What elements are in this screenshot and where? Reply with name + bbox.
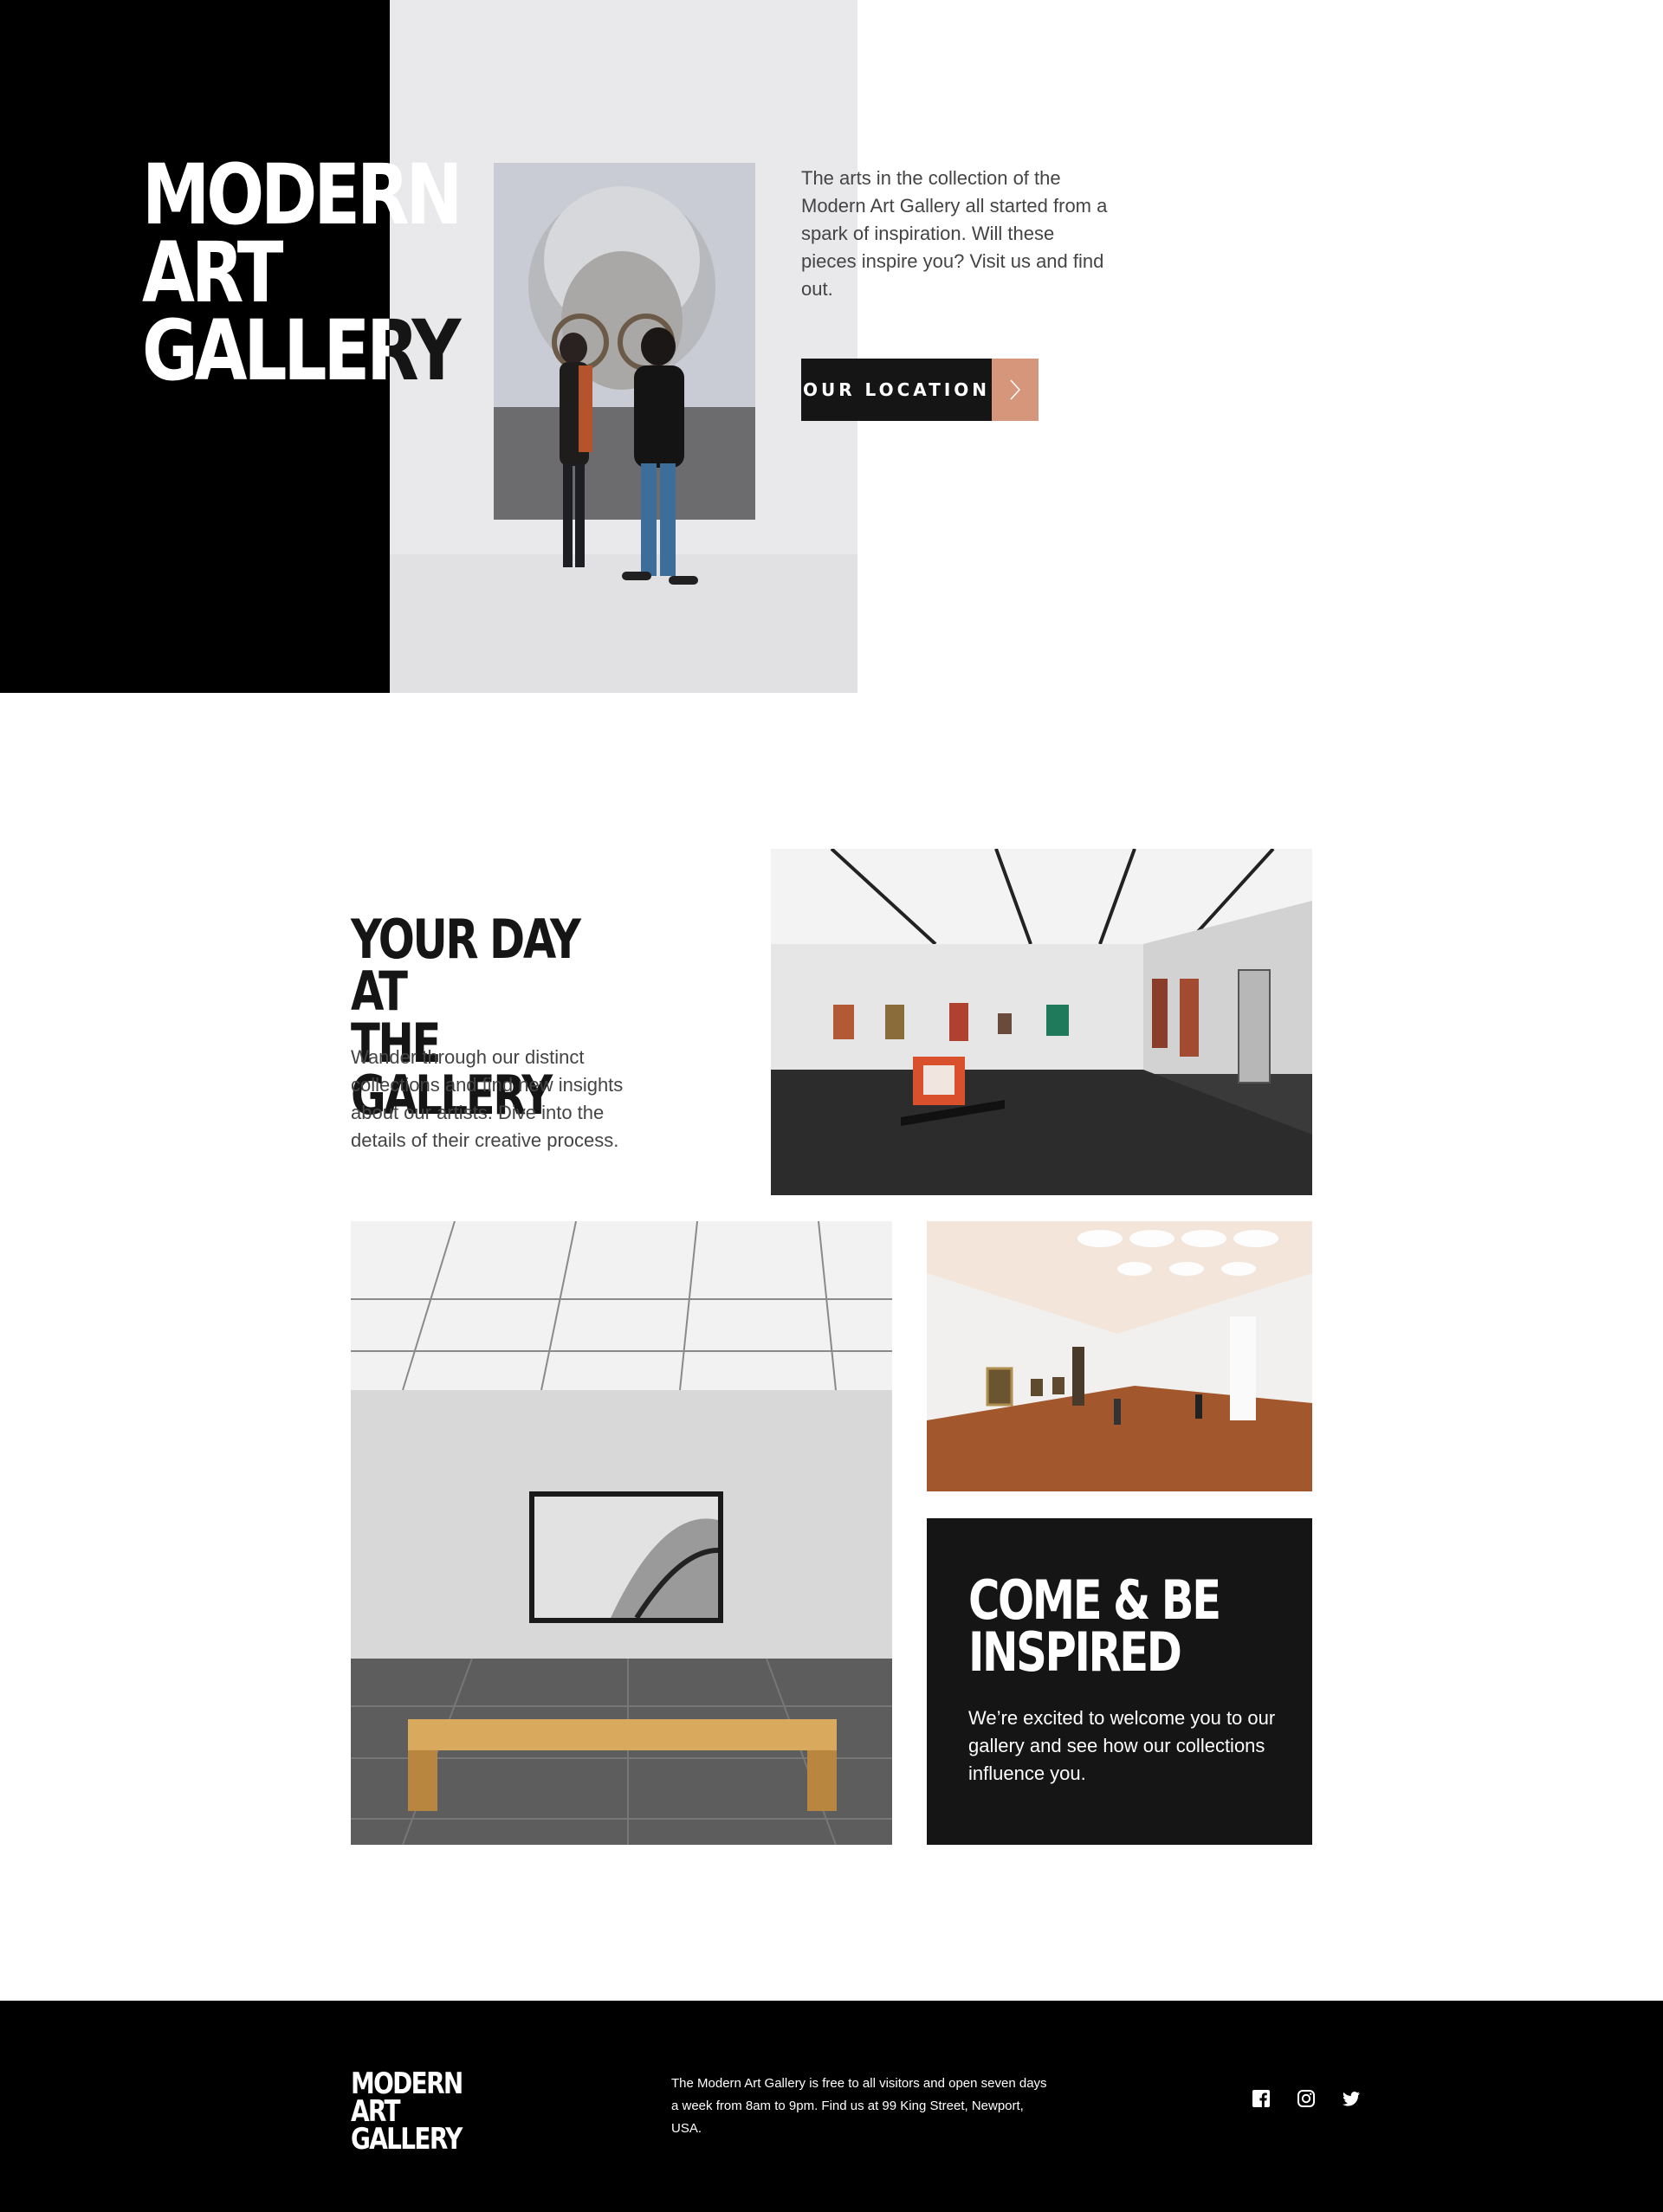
inspire-title-line1: Come & be — [968, 1568, 1221, 1632]
gallery-hall-image — [771, 849, 1312, 1195]
bench-room-image — [351, 1221, 892, 1845]
footer: Modern Art Gallery The Modern Art Galler… — [0, 2001, 1663, 2212]
social-links — [1252, 2090, 1360, 2107]
inspire-text: We’re excited to welcome you to our gall… — [968, 1707, 1276, 1784]
footer-logo-line2: Art Gallery — [351, 2094, 463, 2157]
facebook-icon[interactable] — [1252, 2090, 1270, 2107]
hero-title-line1: Modern — [142, 146, 463, 243]
footer-logo[interactable]: Modern Art Gallery — [351, 2069, 507, 2157]
inspire-panel: Come & be inspired We’re excited to welc… — [927, 1518, 1312, 1845]
gallery-corridor-image — [927, 1221, 1312, 1491]
our-location-button[interactable]: OUR LOCATION — [801, 359, 1039, 421]
inspire-title: Come & be inspired — [968, 1568, 1259, 1684]
inspire-title-line2: inspired — [968, 1620, 1182, 1684]
day-title-line1: Your day at — [351, 908, 581, 1023]
hero-description: The arts in the collection of the Modern… — [801, 167, 1108, 300]
hero-title: Modern Art Gallery Art Gallery — [142, 146, 540, 392]
chevron-right-icon — [992, 359, 1039, 421]
instagram-icon[interactable] — [1297, 2090, 1315, 2107]
twitter-icon[interactable] — [1343, 2090, 1360, 2107]
footer-text: The Modern Art Gallery is free to all vi… — [671, 2076, 1047, 2136]
our-location-label: OUR LOCATION — [801, 359, 992, 421]
day-section-text: Wander through our distinct collections … — [351, 1046, 624, 1151]
